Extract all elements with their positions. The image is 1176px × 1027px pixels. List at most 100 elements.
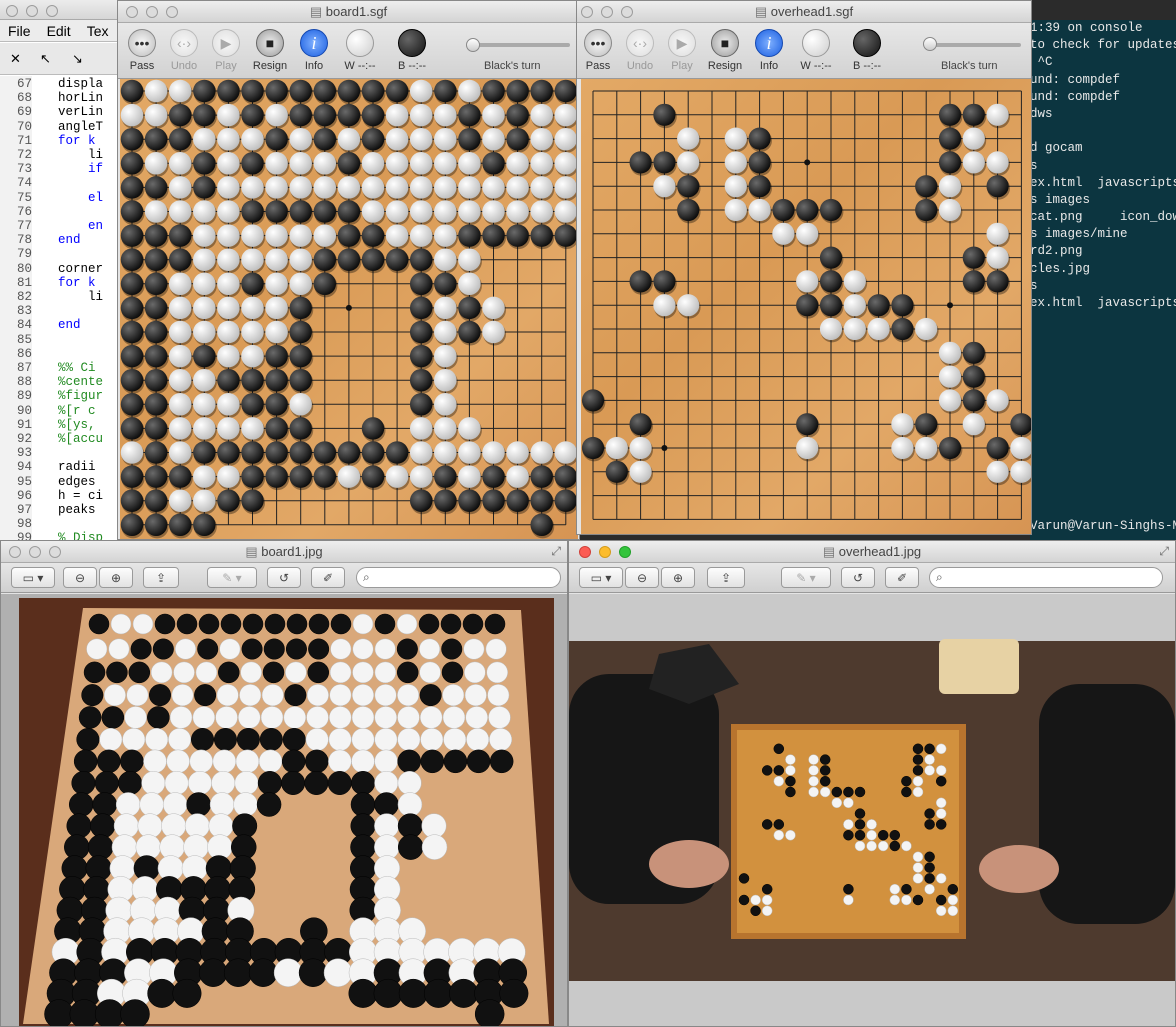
black-stone[interactable] [144, 393, 168, 416]
white-stone[interactable] [168, 344, 192, 368]
white-stone[interactable] [434, 127, 457, 151]
edit-button[interactable]: ✐ [311, 567, 345, 588]
black-stone[interactable] [530, 489, 553, 512]
white-stone[interactable] [193, 465, 216, 488]
black-stone[interactable] [217, 368, 240, 392]
white-stone[interactable] [241, 417, 264, 440]
white-stone[interactable] [554, 103, 578, 127]
black-stone[interactable] [144, 344, 168, 368]
black-stone[interactable] [217, 441, 240, 464]
white-stone[interactable] [458, 176, 481, 199]
white-stone[interactable] [891, 413, 914, 436]
black-stone[interactable] [265, 344, 288, 368]
black-stone[interactable] [144, 296, 168, 320]
black-stone[interactable] [120, 513, 144, 537]
white-stone[interactable] [385, 152, 409, 175]
white-stone[interactable] [748, 198, 771, 222]
black-stone[interactable] [361, 441, 385, 464]
white-stone[interactable] [409, 200, 433, 223]
close-icon[interactable] [6, 5, 18, 17]
black-stone[interactable] [120, 417, 144, 440]
white-stone[interactable] [915, 436, 938, 460]
white-stone[interactable] [409, 152, 433, 175]
sidebar-button[interactable]: ▭ ▾ [11, 567, 55, 588]
black-stone[interactable] [772, 198, 795, 222]
white-stone[interactable] [530, 200, 553, 223]
black-stone[interactable] [581, 436, 605, 460]
black-stone[interactable] [313, 248, 337, 271]
annotate-button[interactable]: ✎ ▾ [207, 567, 257, 588]
white-stone[interactable] [337, 127, 361, 151]
white-stone[interactable] [724, 198, 747, 222]
fullscreen-icon[interactable]: ⤢ [1159, 544, 1169, 559]
white-stone[interactable] [168, 200, 192, 223]
black-stone[interactable] [265, 441, 288, 464]
black-stone[interactable] [313, 127, 337, 151]
black-stone[interactable] [289, 79, 312, 103]
white-stone[interactable] [724, 175, 747, 198]
white-stone[interactable] [265, 248, 288, 271]
black-stone[interactable] [217, 489, 240, 512]
black-stone[interactable] [819, 294, 843, 317]
menu-edit[interactable]: Edit [39, 23, 79, 39]
black-stone[interactable] [241, 441, 264, 464]
white-stone[interactable] [962, 413, 985, 436]
black-stone[interactable] [313, 79, 337, 103]
white-stone[interactable] [193, 417, 216, 440]
white-stone[interactable] [217, 465, 240, 488]
white-stone[interactable] [409, 465, 433, 488]
black-stone[interactable] [144, 272, 168, 296]
black-stone[interactable] [819, 198, 843, 222]
black-stone[interactable] [915, 198, 938, 222]
black-stone[interactable] [289, 200, 312, 223]
black-stone[interactable] [581, 389, 605, 412]
black-stone[interactable] [629, 151, 652, 174]
white-stone[interactable] [506, 200, 529, 223]
black-stone[interactable] [385, 79, 409, 103]
white-stone[interactable] [482, 200, 505, 223]
zoom-in-button[interactable]: ⊕ [661, 567, 695, 588]
white-stone[interactable] [458, 152, 481, 175]
zoom-out-button[interactable]: ⊖ [625, 567, 659, 588]
black-stone[interactable] [530, 224, 553, 247]
minimize-icon[interactable] [26, 5, 38, 17]
white-stone[interactable] [409, 417, 433, 440]
white-stone[interactable] [867, 317, 890, 341]
black-stone[interactable] [193, 441, 216, 464]
white-stone[interactable] [506, 152, 529, 175]
black-stone[interactable] [313, 441, 337, 464]
white-stone[interactable] [986, 103, 1009, 126]
black-stone[interactable] [891, 294, 914, 317]
white-stone[interactable] [193, 272, 216, 296]
white-stone[interactable] [843, 294, 866, 317]
white-stone[interactable] [554, 176, 578, 199]
info-button[interactable]: i Info [743, 29, 795, 72]
black-stone[interactable] [677, 198, 700, 222]
white-stone[interactable] [530, 103, 553, 127]
white-stone[interactable] [796, 222, 819, 245]
edit-button[interactable]: ✐ [885, 567, 919, 588]
white-stone[interactable] [482, 176, 505, 199]
black-stone[interactable] [241, 465, 264, 488]
black-stone[interactable] [434, 272, 457, 296]
black-stone[interactable] [313, 465, 337, 488]
white-stone[interactable] [241, 224, 264, 247]
board-grid[interactable] [581, 79, 1031, 534]
fullscreen-icon[interactable]: ⤢ [551, 544, 561, 559]
white-stone[interactable] [144, 200, 168, 223]
go-board[interactable] [581, 79, 1031, 534]
white-stone[interactable] [313, 224, 337, 247]
zoom-out-button[interactable]: ⊖ [63, 567, 97, 588]
white-stone[interactable] [482, 441, 505, 464]
white-stone[interactable] [915, 317, 938, 341]
black-stone[interactable] [986, 175, 1009, 198]
annotate-button[interactable]: ✎ ▾ [781, 567, 831, 588]
black-stone[interactable] [962, 270, 985, 293]
move-slider[interactable] [470, 43, 570, 47]
black-stone[interactable] [986, 436, 1009, 460]
white-stone[interactable] [434, 224, 457, 247]
white-stone[interactable] [986, 151, 1009, 174]
black-stone[interactable] [938, 103, 962, 126]
black-stone[interactable] [144, 127, 168, 151]
white-stone[interactable] [193, 127, 216, 151]
